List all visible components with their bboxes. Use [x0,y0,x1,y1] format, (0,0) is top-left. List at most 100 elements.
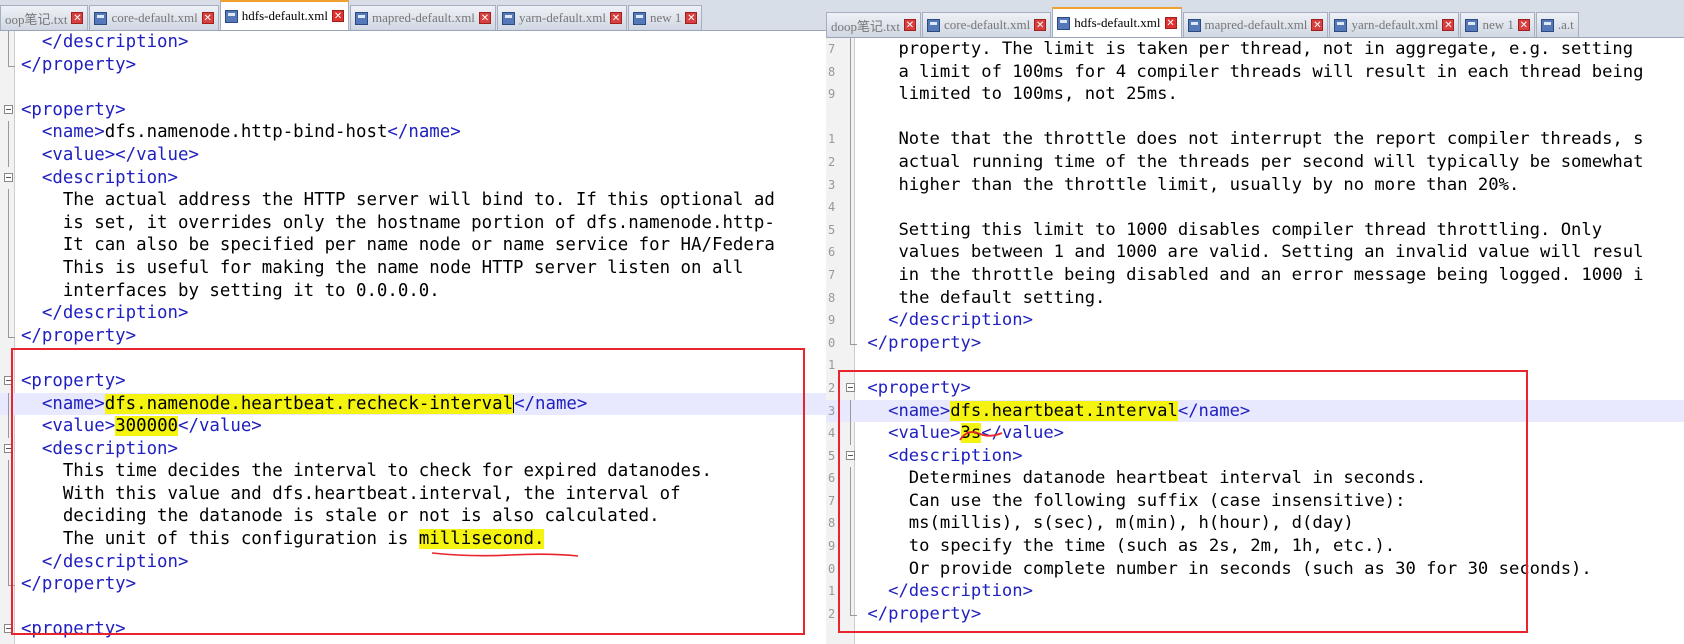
line-number: 2 [828,154,836,169]
code-line: <property> [0,370,826,393]
description-close-tag: </description> [41,303,189,324]
file-icon [501,11,515,25]
file-icon [1465,18,1479,32]
line-number: 4 [828,200,836,215]
line-number: 2 [828,380,836,395]
close-icon[interactable]: ✕ [1164,17,1177,29]
description-text: is set, it overrides only the hostname p… [62,212,775,233]
highlighted-property-name: dfs.namenode.heartbeat.recheck-interval [104,393,514,414]
tab-hadoop-notes[interactable]: doop笔记.txt ✕ [826,12,921,37]
tab-new-1[interactable]: new 1 ✕ [1460,12,1535,37]
tab-new-1[interactable]: new 1 ✕ [627,5,703,30]
line-number: 2 [828,606,836,621]
fold-toggle-icon[interactable] [4,104,13,114]
tab-core-default[interactable]: core-default.xml ✕ [89,5,219,30]
close-icon[interactable]: ✕ [1517,19,1530,31]
right-code-area[interactable]: 7 property. The limit is taken per threa… [826,38,1684,625]
description-text: Note that the throttle does not interrup… [898,129,1644,150]
fold-toggle-icon[interactable] [4,375,13,385]
code-line: <value></value> [0,143,826,167]
line-number: 9 [828,539,836,554]
code-line: 9 limited to 100ms, not 25ms. [826,83,1684,106]
code-line: <value>300000</value> [0,415,826,438]
property-open-tag: <property> [20,99,126,120]
code-line: </description> [0,31,826,54]
close-icon[interactable]: ✕ [71,12,84,24]
line-number: 7 [828,267,836,282]
line-number: 5 [828,448,836,463]
code-line: 1 </description> [826,580,1684,603]
code-line: 8 a limit of 100ms for 4 compiler thread… [826,60,1684,84]
description-open-tag: <description> [888,445,1023,466]
description-text: It can also be specified per name node o… [62,235,775,256]
line-number: 1 [828,358,836,373]
line-number: 7 [828,42,836,56]
tab-core-default[interactable]: core-default.xml ✕ [921,12,1052,37]
highlighted-value: 3s [960,423,982,444]
property-close-tag: </property> [20,54,137,75]
left-tab-bar: oop笔记.txt ✕ core-default.xml ✕ hdfs-defaul… [0,0,826,31]
tab-label: doop笔记.txt [831,18,900,34]
highlighted-unit: millisecond. [418,529,545,550]
close-icon[interactable]: ✕ [478,12,491,24]
fold-toggle-icon[interactable] [846,450,855,460]
code-line: <property> [0,618,826,641]
value-open-tag: <value> [888,423,961,444]
fold-toggle-icon[interactable] [846,382,855,392]
left-code-area[interactable]: </description> </property> <property> <n… [0,31,826,641]
tab-mapred-default[interactable]: mapred-default.xml ✕ [1182,12,1329,37]
close-icon[interactable]: ✕ [685,12,698,24]
close-icon[interactable]: ✕ [201,12,214,24]
property-open-tag: <property> [867,377,971,398]
line-number: 3 [828,177,836,192]
line-number: 3 [828,403,836,418]
description-text: higher than the throttle limit, usually … [898,174,1520,195]
tab-label: oop笔记.txt [5,11,68,27]
tab-yarn-default[interactable]: yarn-default.xml ✕ [496,5,627,30]
description-text: values between 1 and 1000 are valid. Set… [898,242,1644,263]
code-line: 7 Can use the following suffix (case ins… [826,489,1684,513]
fold-toggle-icon[interactable] [4,443,13,453]
close-icon[interactable]: ✕ [609,12,622,24]
code-line: <description> [0,438,826,461]
line-number: 8 [828,64,836,79]
tab-other[interactable]: .a.t [1535,12,1579,37]
description-text: actual running time of the threads per s… [898,151,1644,172]
right-editor-pane: doop笔记.txt ✕ core-default.xml ✕ hdfs-defau… [826,0,1684,644]
code-line: 7 in the throttle being disabled and an … [826,263,1684,287]
tab-hdfs-default[interactable]: hdfs-default.xml ✕ [1052,7,1182,37]
tab-mapred-default[interactable]: mapred-default.xml ✕ [350,5,496,30]
fold-toggle-icon[interactable] [4,172,13,182]
code-line: The actual address the HTTP server will … [0,189,826,212]
tab-hadoop-notes[interactable]: oop笔记.txt ✕ [0,5,89,30]
close-icon[interactable]: ✕ [1442,19,1455,31]
tab-hdfs-default[interactable]: hdfs-default.xml ✕ [219,0,350,30]
close-icon[interactable]: ✕ [1311,19,1324,31]
line-number: 0 [828,335,836,350]
file-icon [1540,18,1554,32]
code-line [826,105,1684,129]
description-text: interfaces by setting it to 0.0.0.0. [62,280,440,301]
tab-yarn-default[interactable]: yarn-default.xml ✕ [1329,12,1460,37]
fold-toggle-icon[interactable] [4,624,13,634]
code-line: It can also be specified per name node o… [0,234,826,257]
close-icon[interactable]: ✕ [1034,19,1047,31]
close-icon[interactable]: ✕ [903,19,916,31]
line-number: 0 [828,561,836,576]
description-text: in the throttle being disabled and an er… [898,264,1644,285]
code-line: 5 <description> [826,445,1684,468]
property-open-tag: <property> [20,370,126,391]
code-line: 1 [826,354,1684,377]
description-close-tag: </description> [888,581,1033,602]
close-icon[interactable]: ✕ [332,10,345,22]
line-number: 7 [828,493,836,508]
file-icon [1334,18,1348,32]
code-line: </property> [0,324,826,348]
description-text: to specify the time (such as 2s, 2m, 1h,… [908,536,1396,557]
line-number: 9 [828,87,836,102]
code-line: </description> [0,302,826,325]
code-line: 8 ms(millis), s(sec), m(min), h(hour), d… [826,512,1684,536]
